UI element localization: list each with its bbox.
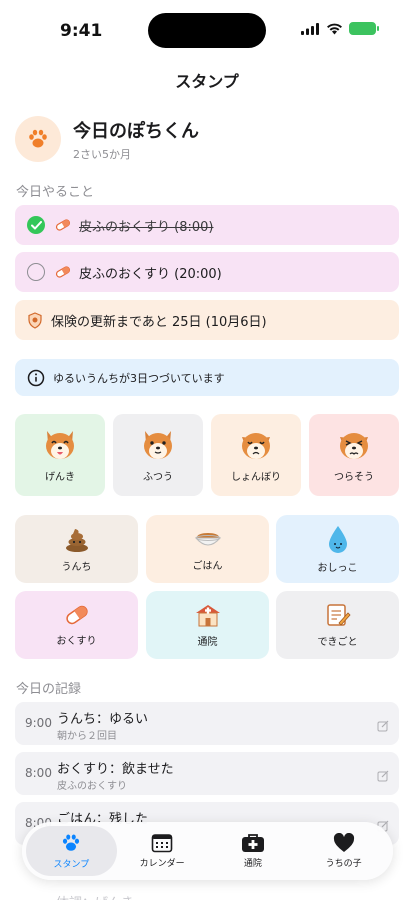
pill-icon	[65, 605, 88, 625]
tab-clinic[interactable]: 通院	[208, 826, 299, 876]
status-time: 9:41	[60, 21, 103, 41]
record-time: 9:00	[25, 716, 52, 730]
pill-icon	[55, 266, 71, 278]
record-item[interactable]: 9:00 うんち：ゆるい 朝から２回目	[15, 702, 399, 745]
tab-label: スタンプ	[53, 860, 90, 870]
action-button-medicine[interactable]: おくすり	[15, 591, 138, 659]
medical-kit-icon	[241, 834, 264, 852]
status-icons	[301, 22, 379, 35]
unchecked-circle-icon[interactable]	[27, 263, 45, 281]
mood-label: げんき	[45, 471, 75, 483]
pill-icon	[55, 219, 71, 231]
tab-stamp[interactable]: スタンプ	[26, 826, 117, 876]
mood-button-tsurasou[interactable]: つらそう	[309, 414, 399, 496]
action-label: おくすり	[56, 636, 97, 647]
edit-icon[interactable]	[377, 767, 389, 786]
sad-dog-icon	[242, 432, 270, 459]
record-subtitle: 皮ふのおくすり	[57, 781, 127, 792]
task-text: 皮ふのおくすり (8:00)	[79, 219, 214, 235]
happy-dog-icon	[46, 430, 74, 459]
paw-icon	[29, 129, 47, 148]
action-label: おしっこ	[317, 563, 358, 574]
pet-name: 今日のぽちくん	[73, 120, 199, 142]
record-title: うんち：ゆるい	[57, 712, 149, 727]
checkmark-icon[interactable]	[27, 216, 45, 234]
dynamic-island	[148, 13, 266, 48]
insurance-reminder[interactable]: 保険の更新まであと 25日 (10月6日)	[15, 300, 399, 340]
heart-icon	[333, 833, 354, 852]
mood-label: ふつう	[143, 471, 173, 483]
mood-label: しょんぼり	[231, 471, 281, 483]
task-text: 皮ふのおくすり (20:00)	[79, 266, 222, 282]
todo-section-label: 今日やること	[16, 185, 95, 200]
tab-label: 通院	[243, 859, 262, 869]
neutral-dog-icon	[144, 430, 172, 459]
task-item-done[interactable]: 皮ふのおくすり (8:00)	[15, 205, 399, 245]
shield-icon	[27, 311, 43, 329]
record-item[interactable]: 8:00 おくすり：飲ませた 皮ふのおくすり	[15, 752, 399, 795]
battery-icon	[349, 22, 379, 35]
action-button-clinic[interactable]: 通院	[146, 591, 269, 659]
water-drop-icon	[328, 526, 347, 553]
mood-button-genki[interactable]: げんき	[15, 414, 105, 496]
mood-button-shonbori[interactable]: しょんぼり	[211, 414, 301, 496]
mood-label: つらそう	[334, 471, 374, 483]
status-bar: 9:41	[0, 0, 414, 60]
mood-button-futsuu[interactable]: ふつう	[113, 414, 203, 496]
tab-label: うちの子	[325, 859, 362, 869]
page-title: スタンプ	[175, 72, 239, 91]
tab-mypet[interactable]: うちの子	[298, 826, 389, 876]
action-button-poop[interactable]: うんち	[15, 515, 138, 583]
calendar-icon	[151, 834, 173, 853]
record-peek-text: 体調：げんき	[56, 892, 134, 900]
wifi-icon	[327, 23, 342, 34]
signal-icon	[301, 22, 319, 35]
hospital-icon	[195, 605, 220, 627]
pet-header: 今日のぽちくん 2さい5か月	[15, 116, 199, 162]
task-item-pending[interactable]: 皮ふのおくすり (20:00)	[15, 252, 399, 292]
notice-banner[interactable]: ゆるいうんちが3日つづいています	[15, 359, 399, 396]
action-label: 通院	[197, 637, 218, 648]
action-button-food[interactable]: ごはん	[146, 515, 269, 583]
insurance-text: 保険の更新まであと 25日 (10月6日)	[51, 314, 267, 330]
tab-bar: スタンプ カレンダー 通院 うちの子	[22, 822, 393, 880]
tab-label: カレンダー	[139, 859, 185, 869]
action-button-pee[interactable]: おしっこ	[276, 515, 399, 583]
record-subtitle: 朝から２回目	[57, 731, 117, 742]
records-section-label: 今日の記録	[16, 682, 82, 697]
paw-icon	[63, 834, 80, 851]
record-title: おくすり：飲ませた	[57, 762, 174, 777]
edit-icon[interactable]	[377, 717, 389, 736]
food-bowl-icon	[194, 533, 221, 546]
action-button-event[interactable]: できごと	[276, 591, 399, 659]
notice-text: ゆるいうんちが3日つづいています	[53, 371, 225, 385]
poop-icon	[65, 529, 88, 552]
action-label: ごはん	[192, 561, 223, 572]
tab-calendar[interactable]: カレンダー	[117, 826, 208, 876]
pet-age: 2さい5か月	[73, 147, 131, 161]
action-label: できごと	[317, 637, 358, 648]
pet-avatar[interactable]	[15, 116, 61, 162]
memo-icon	[326, 604, 351, 626]
record-time: 8:00	[25, 766, 52, 780]
unwell-dog-icon	[340, 432, 368, 459]
info-icon	[27, 369, 45, 387]
action-label: うんち	[61, 562, 92, 573]
